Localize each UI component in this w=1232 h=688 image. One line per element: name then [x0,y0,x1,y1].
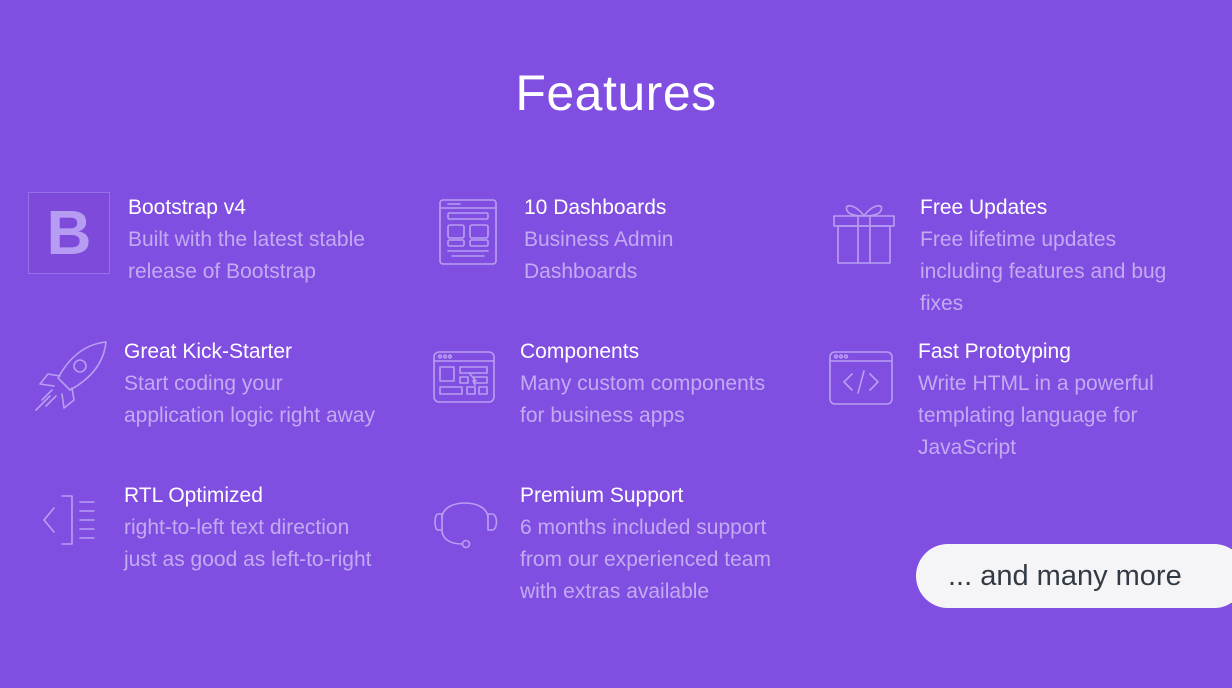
feature-description-line: including features and bug [920,260,1167,283]
bootstrap-logo-icon: B [28,192,110,274]
feature-description-line: application logic right away [124,404,375,427]
feature-title: Components [520,340,640,363]
feature-kick-starter: Great Kick-Starter Start coding your app… [28,336,412,446]
dashboard-layout-icon [438,198,498,266]
feature-description-line: Start coding your [124,372,283,395]
feature-description-line: Built with the latest stable [128,228,365,251]
rocket-icon [30,338,110,414]
headset-icon [432,488,500,552]
gift-icon [832,198,896,266]
feature-title: Fast Prototyping [918,340,1071,363]
feature-title: Great Kick-Starter [124,340,293,363]
browser-code-icon [828,350,894,406]
feature-fast-prototyping: Fast Prototyping Write HTML in a powerfu… [828,336,1218,466]
feature-description-line: with extras available [520,580,710,603]
and-many-more-button[interactable]: ... and many more [916,544,1232,608]
feature-description-line: release of Bootstrap [128,260,316,283]
feature-description-line: Dashboards [524,260,638,283]
feature-description-line: from our experienced team [520,548,771,571]
feature-title: RTL Optimized [124,484,263,507]
feature-components: Components Many custom components for bu… [432,336,812,446]
feature-premium-support: Premium Support 6 months included suppor… [432,480,822,610]
feature-description-line: JavaScript [918,436,1017,459]
feature-rtl-optimized: RTL Optimized right-to-left text directi… [28,480,412,590]
browser-components-icon [432,350,496,404]
feature-description-line: Many custom components [520,372,766,395]
feature-description-line: Free lifetime updates [920,228,1117,251]
page-title: Features [515,65,717,121]
feature-title: Premium Support [520,484,684,507]
feature-free-updates: Free Updates Free lifetime updates inclu… [830,192,1210,322]
rtl-text-icon [40,494,98,546]
feature-description-line: fixes [920,292,964,315]
feature-bootstrap: B Bootstrap v4 Built with the latest sta… [28,192,408,312]
feature-title: Bootstrap v4 [128,196,246,219]
feature-dashboards: 10 Dashboards Business Admin Dashboards [436,192,816,312]
feature-description-line: right-to-left text direction [124,516,350,539]
feature-description-line: Write HTML in a powerful [918,372,1154,395]
feature-description-line: 6 months included support [520,516,767,539]
bootstrap-logo-letter: B [46,198,92,268]
feature-title: Free Updates [920,196,1048,219]
feature-description-line: for business apps [520,404,685,427]
feature-description-line: Business Admin [524,228,674,251]
feature-description-line: templating language for [918,404,1138,427]
feature-description-line: just as good as left-to-right [124,548,372,571]
feature-title: 10 Dashboards [524,196,667,219]
